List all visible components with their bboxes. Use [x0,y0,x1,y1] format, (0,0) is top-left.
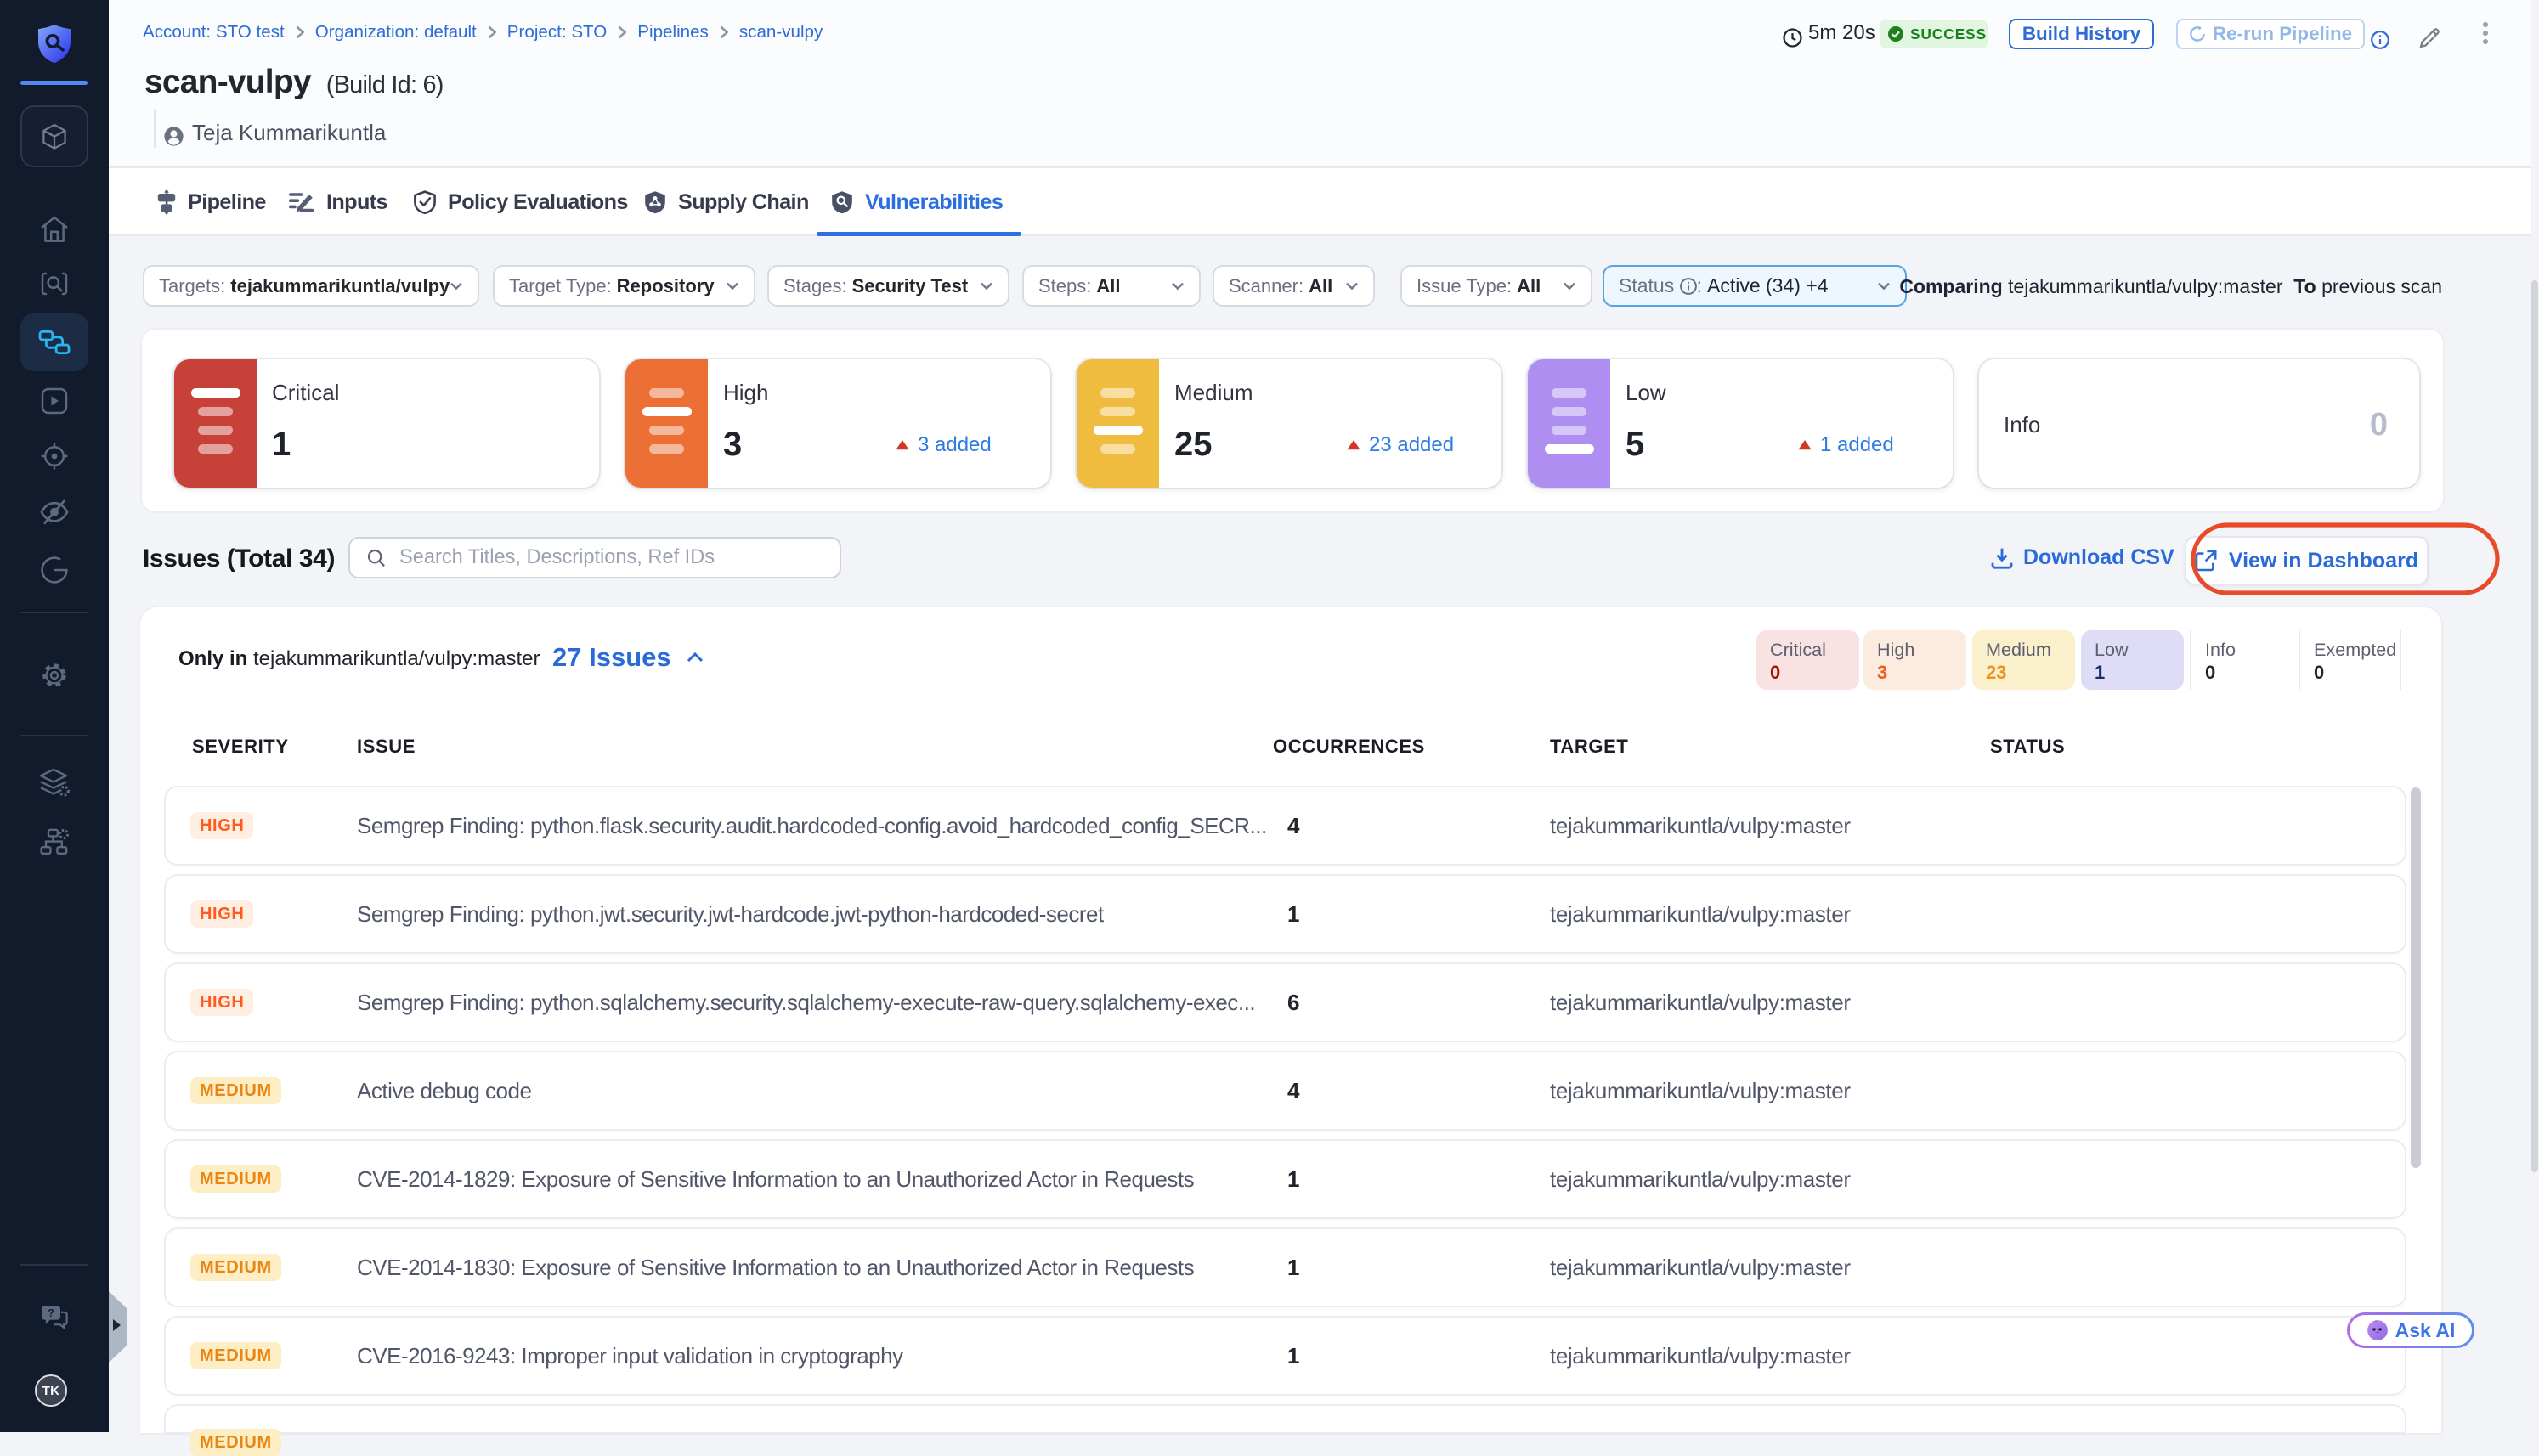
svg-text:?: ? [48,1306,54,1319]
